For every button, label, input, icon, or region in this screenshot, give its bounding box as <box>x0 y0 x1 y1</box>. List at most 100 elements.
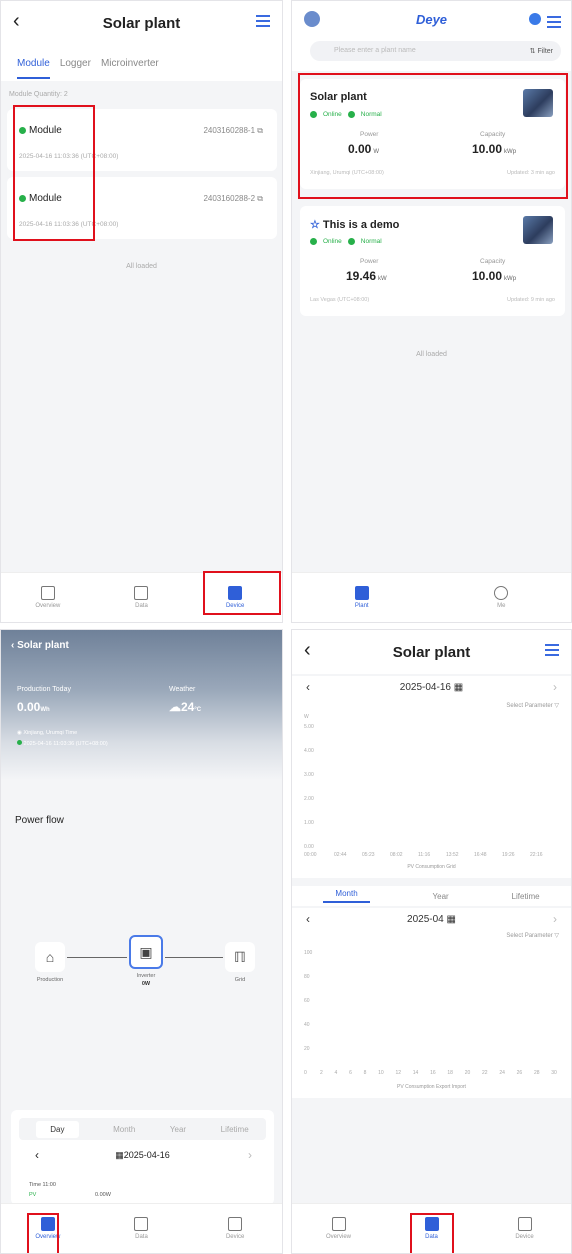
y-tick: 4.00 <box>304 748 314 754</box>
y-tick: 2.00 <box>304 796 314 802</box>
chart-legend: PV Consumption Export Import <box>397 1084 466 1090</box>
overview-icon <box>331 1217 346 1231</box>
select-parameter[interactable]: Select Parameter ▽ <box>506 932 559 939</box>
back-icon[interactable]: ‹ <box>304 639 311 662</box>
module-card[interactable]: Module 2403160288-2 ⧉ 2025-04-16 11:03:3… <box>7 177 277 239</box>
tab-overview[interactable]: Overview <box>18 586 78 609</box>
tab-data[interactable]: Data <box>111 586 171 609</box>
module-sn: 2403160288-1 <box>203 126 256 135</box>
y-tick: 5.00 <box>304 724 314 730</box>
weather-unit: °C <box>194 707 202 713</box>
x-tick: 18 <box>447 1070 453 1076</box>
plant-card[interactable]: ☆ This is a demo Online Normal Power Capa… <box>300 206 565 316</box>
tab-me[interactable]: Me <box>471 586 531 609</box>
inverter-icon: ▣ <box>139 943 153 960</box>
inverter-label: Inverter <box>136 973 156 979</box>
filter-button[interactable]: ⇅ Filter <box>530 47 553 55</box>
menu-icon[interactable] <box>547 16 561 31</box>
tab-plant[interactable]: Plant <box>332 586 392 609</box>
overview-icon <box>40 1217 55 1231</box>
tab-day[interactable]: Day <box>36 1120 79 1138</box>
select-parameter-label: Select Parameter <box>506 703 553 709</box>
overview-icon <box>40 586 55 600</box>
tab-data[interactable]: Data <box>402 1217 462 1240</box>
next-date-button[interactable]: › <box>248 1148 252 1162</box>
flow-line <box>67 957 127 958</box>
calendar-icon[interactable]: ▦ <box>447 914 456 925</box>
plant-name: ☆ This is a demo <box>310 218 399 231</box>
y-tick: 80 <box>304 974 310 980</box>
tab-overview[interactable]: Overview <box>309 1217 369 1240</box>
tab-lifetime[interactable]: Lifetime <box>221 1125 249 1134</box>
globe-icon[interactable] <box>529 13 541 25</box>
plant-name: Solar plant <box>310 91 367 103</box>
plant-footer: Las Vegas (UTC+08:00) Updated: 9 min ago <box>310 297 555 303</box>
period-tabs: Day Month Year Lifetime <box>19 1118 266 1140</box>
tab-device[interactable]: Device <box>205 1217 265 1240</box>
production-node[interactable]: ⌂ <box>35 942 65 972</box>
grid-label: Grid <box>234 977 246 983</box>
x-tick: 8 <box>363 1070 367 1076</box>
pv-value: 0.00W <box>95 1192 111 1198</box>
grid-node[interactable]: ℿ <box>225 942 255 972</box>
all-loaded-note: All loaded <box>416 351 447 358</box>
x-tick: 30 <box>551 1070 557 1076</box>
weather-label: Weather <box>169 686 196 693</box>
prev-month-button[interactable]: ‹ <box>306 912 310 926</box>
tab-year[interactable]: Year <box>433 892 449 901</box>
prev-date-button[interactable]: ‹ <box>306 680 310 694</box>
module-time: 2025-04-16 11:03:36 (UTC+08:00) <box>19 153 119 160</box>
header: ‹ Solar plant <box>1 1 282 45</box>
cloud-icon: ☁ <box>169 700 181 714</box>
plant-status: Online Normal <box>310 111 382 118</box>
capacity-label: Capacity <box>480 258 506 265</box>
power-number: 0.00 <box>348 142 372 156</box>
capacity-value: 10.00 kWp <box>472 269 516 283</box>
bottom-tabbar: Overview Data Device <box>292 1203 571 1253</box>
tab-month[interactable]: Month <box>113 1125 135 1134</box>
date-text[interactable]: 2025-04-16 <box>400 682 451 693</box>
next-date-button[interactable]: › <box>553 680 557 694</box>
inverter-node[interactable]: ▣ <box>129 935 163 969</box>
module-card[interactable]: Module 2403160288-1 ⧉ 2025-04-16 11:03:3… <box>7 109 277 171</box>
grid-tower-icon: ℿ <box>234 948 246 965</box>
production-card: Day Month Year Lifetime ‹ ▦2025-04-16 › … <box>11 1110 274 1205</box>
copy-icon[interactable]: ⧉ <box>257 194 263 203</box>
tab-lifetime[interactable]: Lifetime <box>512 892 540 901</box>
month-selector: ‹ 2025-04 ▦ › <box>292 908 571 930</box>
month-text[interactable]: 2025-04 <box>407 914 444 925</box>
tab-data[interactable]: Data <box>111 1217 171 1240</box>
menu-icon[interactable] <box>545 644 559 659</box>
back-button[interactable]: ‹ Solar plant <box>11 640 69 651</box>
tab-year[interactable]: Year <box>170 1125 186 1134</box>
menu-icon[interactable] <box>256 15 270 30</box>
plant-card[interactable]: Solar plant Online Normal Power Capacity … <box>300 79 565 189</box>
power-number: 19.46 <box>346 269 377 283</box>
tab-device[interactable]: Device <box>205 586 265 609</box>
x-tick: 14 <box>412 1070 419 1076</box>
plant-updated: Updated: 9 min ago <box>506 297 555 303</box>
next-month-button[interactable]: › <box>553 912 557 926</box>
data-screen: ‹ Solar plant ‹ 2025-04-16 ▦ › Select Pa… <box>291 629 572 1254</box>
calendar-icon[interactable]: ▦ <box>454 682 463 693</box>
search-input[interactable]: Please enter a plant name ⇅ Filter <box>310 41 561 61</box>
tab-month[interactable]: Month <box>323 889 370 903</box>
x-tick: 11:16 <box>418 852 431 858</box>
tab-label: Plant <box>354 603 369 609</box>
tab-logger[interactable]: Logger <box>60 58 91 69</box>
tab-module[interactable]: Module <box>17 58 50 79</box>
copy-icon[interactable]: ⧉ <box>257 126 263 135</box>
tab-microinverter[interactable]: Microinverter <box>101 58 159 69</box>
back-icon[interactable]: ‹ <box>13 10 20 33</box>
daily-chart: ‹ 2025-04-16 ▦ › Select Parameter ▽ W 5.… <box>292 676 571 878</box>
select-parameter[interactable]: Select Parameter ▽ <box>506 702 559 709</box>
tab-device[interactable]: Device <box>495 1217 555 1240</box>
chart-legend: PV Consumption Grid <box>407 864 456 870</box>
bottom-tabbar: Overview Data Device <box>1 572 282 622</box>
bottom-tabbar: Plant Me <box>292 572 571 622</box>
y-tick: 40 <box>304 1022 310 1028</box>
x-axis: 2 4 6 8 10 12 14 16 18 20 22 24 26 28 30 <box>320 1070 557 1076</box>
tab-overview[interactable]: Overview <box>18 1217 78 1240</box>
tab-label: Data <box>135 603 148 609</box>
power-unit: W <box>373 149 380 155</box>
